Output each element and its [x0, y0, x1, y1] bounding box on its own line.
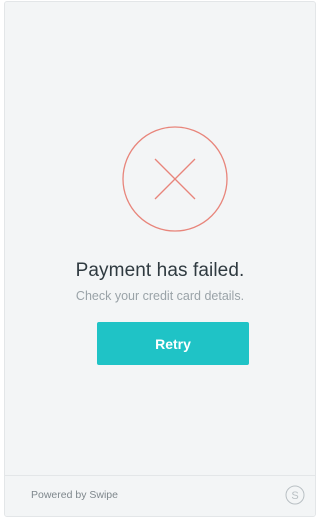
retry-button[interactable]: Retry [97, 322, 249, 365]
payment-status-area: Payment has failed. Check your credit ca… [5, 2, 315, 474]
error-x-circle-icon [122, 126, 228, 232]
swipe-logo-icon: S [285, 485, 305, 505]
status-title: Payment has failed. [75, 260, 245, 281]
footer: Powered by Swipe S [5, 475, 315, 516]
swipe-logo-letter: S [291, 490, 298, 502]
powered-by-label: Powered by Swipe [31, 489, 118, 501]
status-message: Check your credit card details. [75, 289, 245, 303]
payment-panel: Payment has failed. Check your credit ca… [4, 1, 316, 517]
